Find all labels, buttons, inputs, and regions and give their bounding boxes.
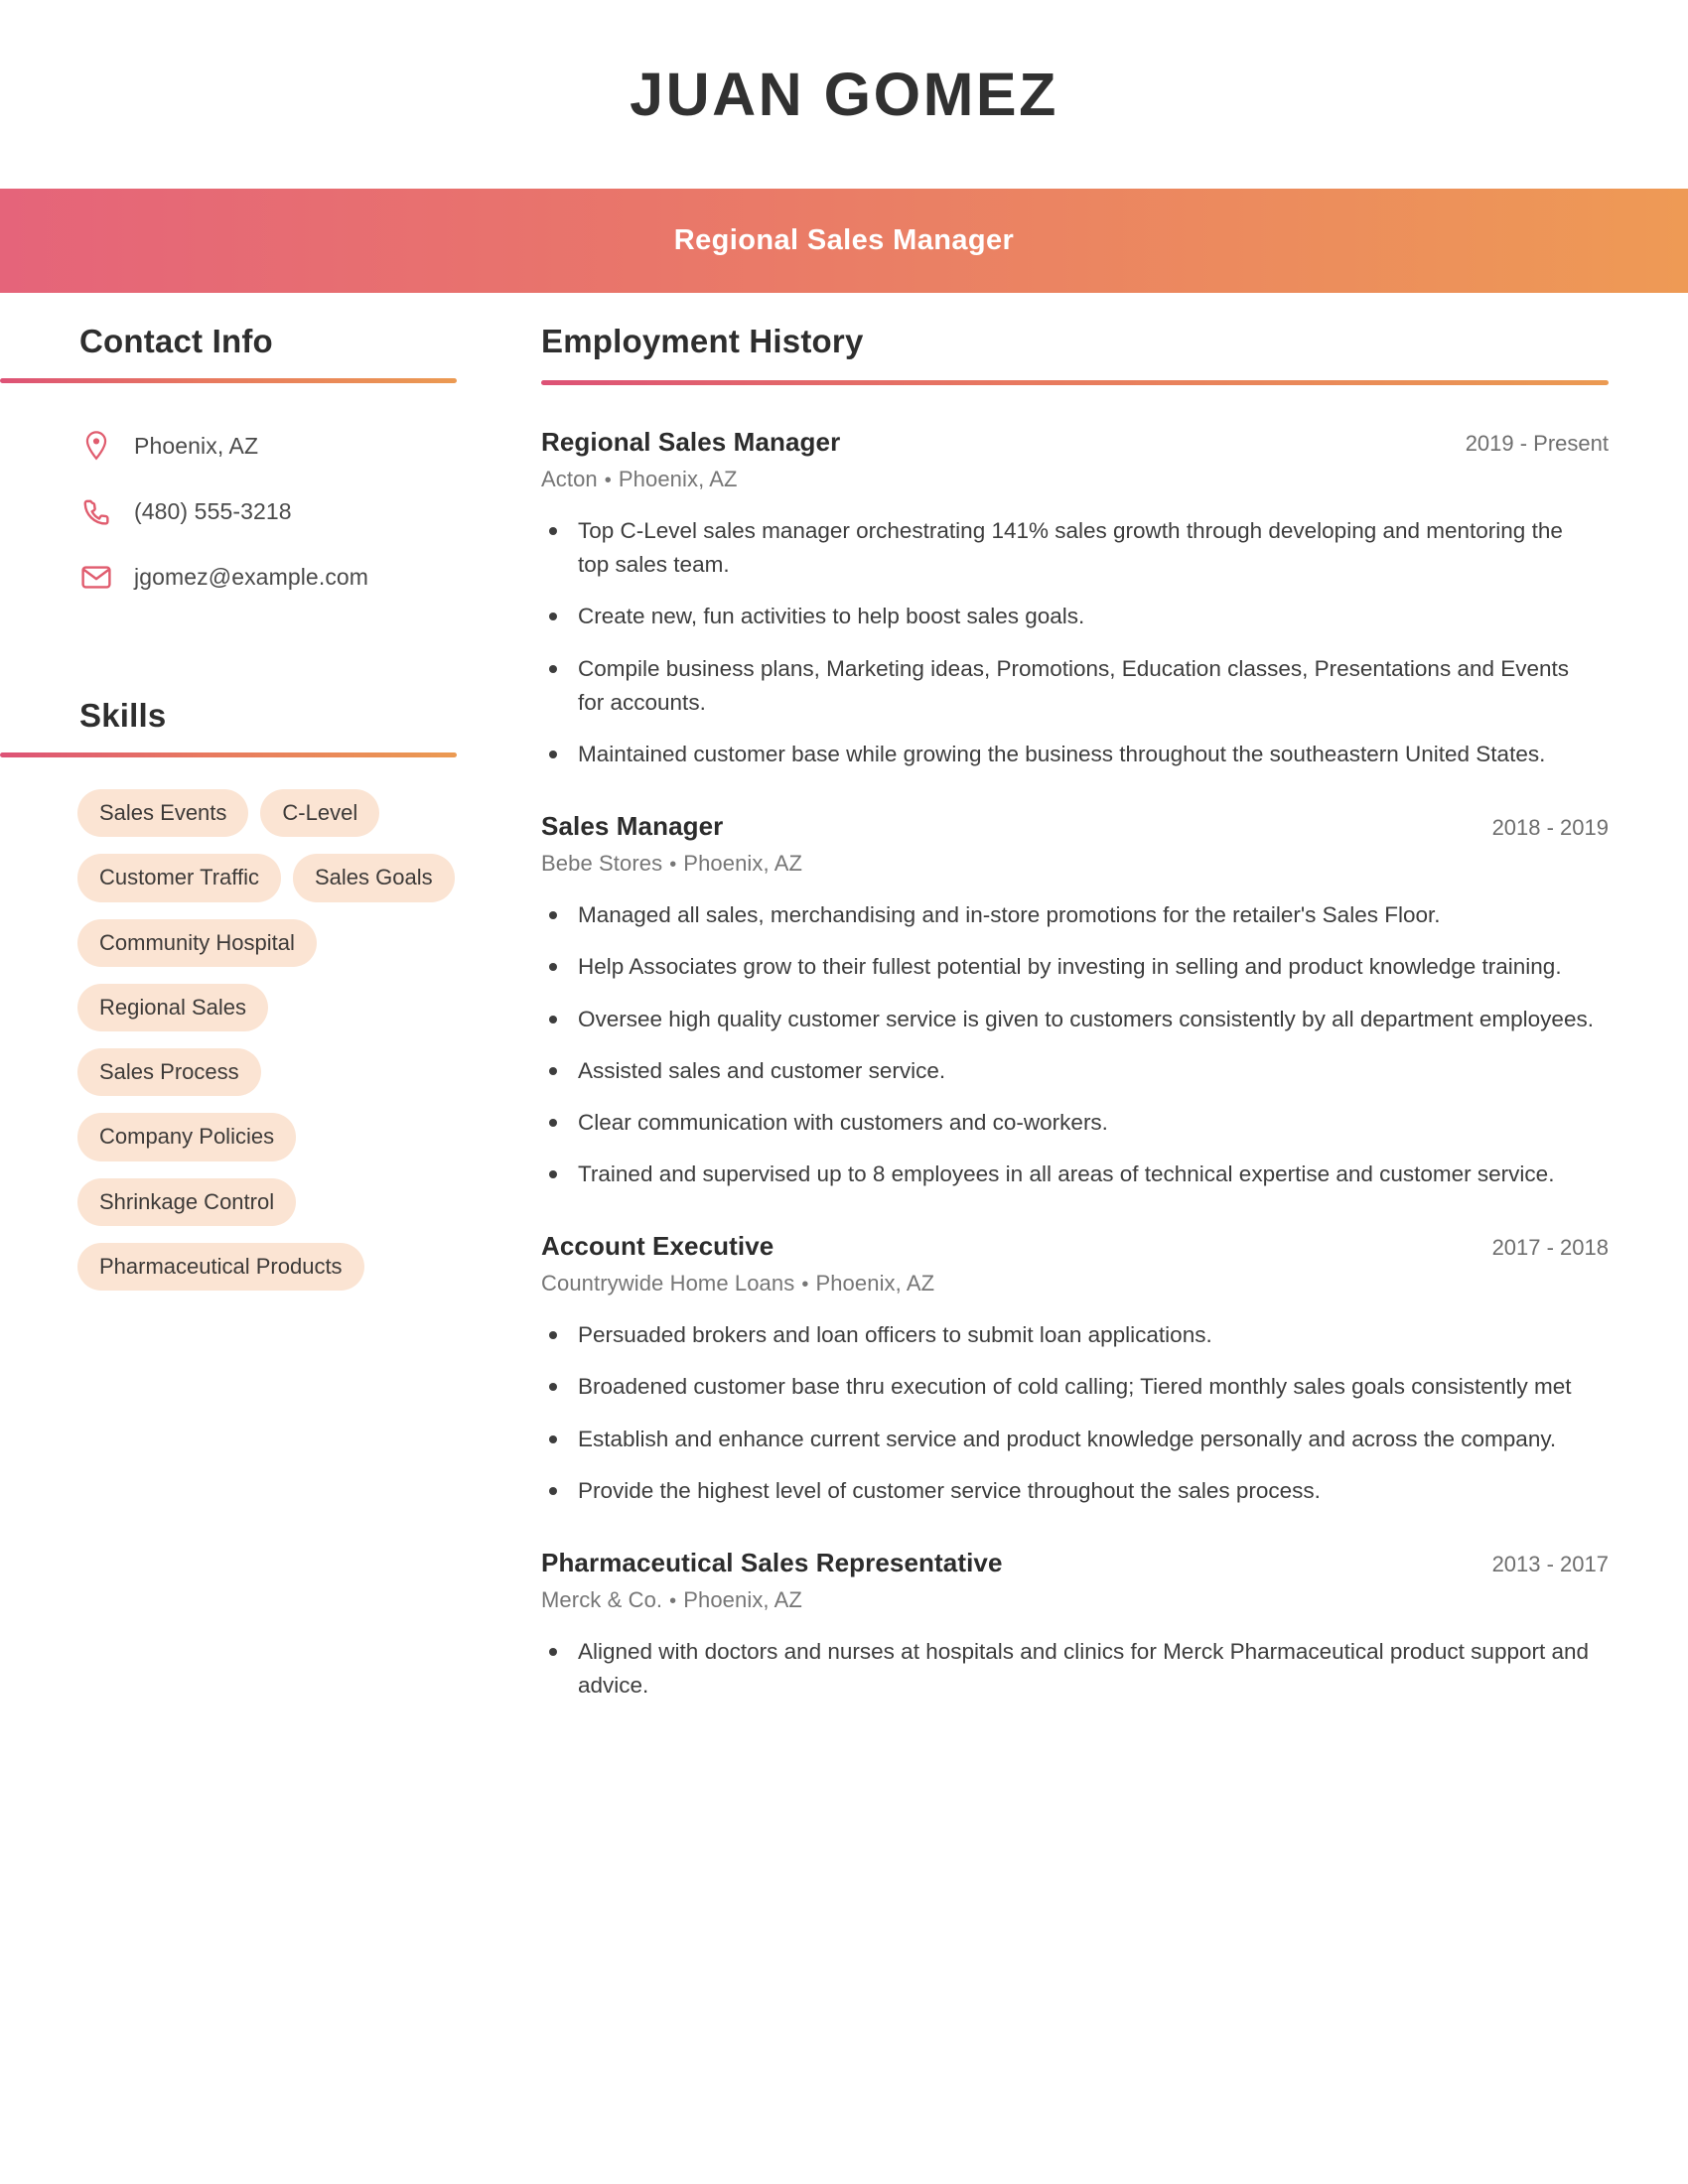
job-entry: Pharmaceutical Sales Representative 2013 … <box>541 1548 1609 1703</box>
job-dates: 2018 - 2019 <box>1491 815 1609 841</box>
job-location: Phoenix, AZ <box>683 851 803 877</box>
location-pin-icon <box>79 430 113 462</box>
bullet-separator-icon: • <box>604 470 612 491</box>
job-bullet: Top C-Level sales manager orchestrating … <box>541 514 1599 582</box>
skill-pill: Sales Process <box>77 1048 261 1097</box>
job-bullet: Assisted sales and customer service. <box>541 1054 1599 1088</box>
sidebar: Contact Info Phoenix, AZ (480) 555-3218 … <box>0 323 516 1292</box>
job-bullet: Persuaded brokers and loan officers to s… <box>541 1318 1599 1352</box>
skill-pill: C-Level <box>260 789 380 838</box>
job-bullet-list: Top C-Level sales manager orchestrating … <box>541 514 1609 771</box>
job-bullet: Maintained customer base while growing t… <box>541 738 1599 771</box>
contact-list: Phoenix, AZ (480) 555-3218 jgomez@exampl… <box>0 413 516 610</box>
job-dates: 2017 - 2018 <box>1491 1235 1609 1261</box>
job-bullet: Help Associates grow to their fullest po… <box>541 950 1599 984</box>
job-company-location: Bebe Stores • Phoenix, AZ <box>541 851 1609 877</box>
job-company-location: Merck & Co. • Phoenix, AZ <box>541 1587 1609 1613</box>
job-company-name: Merck & Co. <box>541 1587 663 1612</box>
job-dates: 2013 - 2017 <box>1491 1552 1609 1576</box>
skill-pill: Regional Sales <box>77 983 268 1032</box>
job-title: Pharmaceutical Sales Representative <box>541 1548 1003 1577</box>
job-bullet: Broadened customer base thru execution o… <box>541 1370 1599 1404</box>
envelope-icon <box>79 565 113 590</box>
contact-info-section: Contact Info Phoenix, AZ (480) 555-3218 … <box>0 323 516 610</box>
contact-item-phone[interactable]: (480) 555-3218 <box>79 478 516 544</box>
job-title: Account Executive <box>541 1231 774 1262</box>
main-column: Employment History Regional Sales Manage… <box>516 323 1688 1742</box>
bullet-separator-icon: • <box>669 1590 677 1612</box>
job-location: Phoenix, AZ <box>683 1587 802 1612</box>
skill-pill: Sales Goals <box>292 854 455 902</box>
skills-divider <box>0 752 457 757</box>
job-company-name: Acton <box>541 467 598 491</box>
job-company-location: Acton • Phoenix, AZ <box>541 467 1609 492</box>
job-header: Sales Manager 2018 - 2019 <box>541 811 1609 842</box>
header-title-band: Regional Sales Manager <box>0 189 1688 293</box>
resume-body: Contact Info Phoenix, AZ (480) 555-3218 … <box>0 293 1688 1742</box>
contact-info-divider <box>0 378 457 383</box>
candidate-name: JUAN GOMEZ <box>630 60 1058 128</box>
job-bullet: Aligned with doctors and nurses at hospi… <box>541 1635 1599 1703</box>
job-company-location: Countrywide Home Loans • Phoenix, AZ <box>541 1271 1609 1297</box>
skills-heading: Skills <box>79 697 167 734</box>
job-bullet-list: Aligned with doctors and nurses at hospi… <box>541 1635 1609 1703</box>
job-bullet-list: Managed all sales, merchandising and in-… <box>541 898 1609 1191</box>
job-bullet: Create new, fun activities to help boost… <box>541 600 1599 633</box>
job-bullet: Managed all sales, merchandising and in-… <box>541 898 1599 932</box>
job-company-name: Countrywide Home Loans <box>541 1271 795 1297</box>
job-header: Pharmaceutical Sales Representative 2013 … <box>541 1548 1609 1578</box>
skill-pill: Community Hospital <box>77 918 317 967</box>
skill-pill: Shrinkage Control <box>77 1177 297 1227</box>
header-name-band: JUAN GOMEZ <box>0 0 1688 189</box>
candidate-job-title: Regional Sales Manager <box>673 224 1015 256</box>
job-title: Regional Sales Manager <box>541 427 841 457</box>
bullet-separator-icon: • <box>801 1274 809 1297</box>
job-header: Account Executive 2017 - 2018 <box>541 1231 1609 1262</box>
contact-info-heading: Contact Info <box>79 323 273 359</box>
skill-pill: Company Policies <box>77 1113 297 1161</box>
phone-icon <box>79 497 113 526</box>
job-entry: Regional Sales Manager 2019 - Present Acto… <box>541 427 1609 771</box>
resume-page: JUAN GOMEZ Regional Sales Manager Contac… <box>0 0 1688 2184</box>
job-company-name: Bebe Stores <box>541 851 663 877</box>
job-location: Phoenix, AZ <box>618 467 738 491</box>
job-bullet: Clear communication with customers and c… <box>541 1106 1599 1140</box>
job-bullet: Trained and supervised up to 8 employees… <box>541 1158 1599 1191</box>
job-bullet: Oversee high quality customer service is… <box>541 1003 1599 1036</box>
skills-section: Skills Sales Events C-Level Customer Traff… <box>0 697 516 1292</box>
employment-history-heading: Employment History <box>541 323 864 359</box>
job-entry: Sales Manager 2018 - 2019 Bebe Stores • Phoe… <box>541 811 1609 1191</box>
contact-item-location[interactable]: Phoenix, AZ <box>79 413 516 478</box>
skill-pill: Pharmaceutical Products <box>77 1243 364 1292</box>
job-bullet-list: Persuaded brokers and loan officers to s… <box>541 1318 1609 1508</box>
skill-pill: Sales Events <box>77 789 249 838</box>
employment-history-divider <box>541 380 1609 385</box>
job-bullet: Establish and enhance current service an… <box>541 1423 1599 1456</box>
job-bullet: Compile business plans, Marketing ideas,… <box>541 652 1599 720</box>
contact-location-text: Phoenix, AZ <box>134 432 259 459</box>
job-location: Phoenix, AZ <box>815 1271 935 1297</box>
skill-pill: Customer Traffic <box>77 854 281 902</box>
contact-phone-text: (480) 555-3218 <box>134 497 292 524</box>
skills-list: Sales Events C-Level Customer Traffic Sales… <box>0 789 457 1292</box>
job-header: Regional Sales Manager 2019 - Present <box>541 427 1609 458</box>
job-list: Regional Sales Manager 2019 - Present Acto… <box>541 427 1609 1703</box>
bullet-separator-icon: • <box>669 854 677 877</box>
job-title: Sales Manager <box>541 811 724 842</box>
job-entry: Account Executive 2017 - 2018 Countrywide … <box>541 1231 1609 1508</box>
contact-email-text: jgomez@example.com <box>134 563 369 590</box>
job-dates: 2019 - Present <box>1465 431 1609 456</box>
contact-item-email[interactable]: jgomez@example.com <box>79 544 516 610</box>
job-bullet: Provide the highest level of customer se… <box>541 1474 1599 1508</box>
